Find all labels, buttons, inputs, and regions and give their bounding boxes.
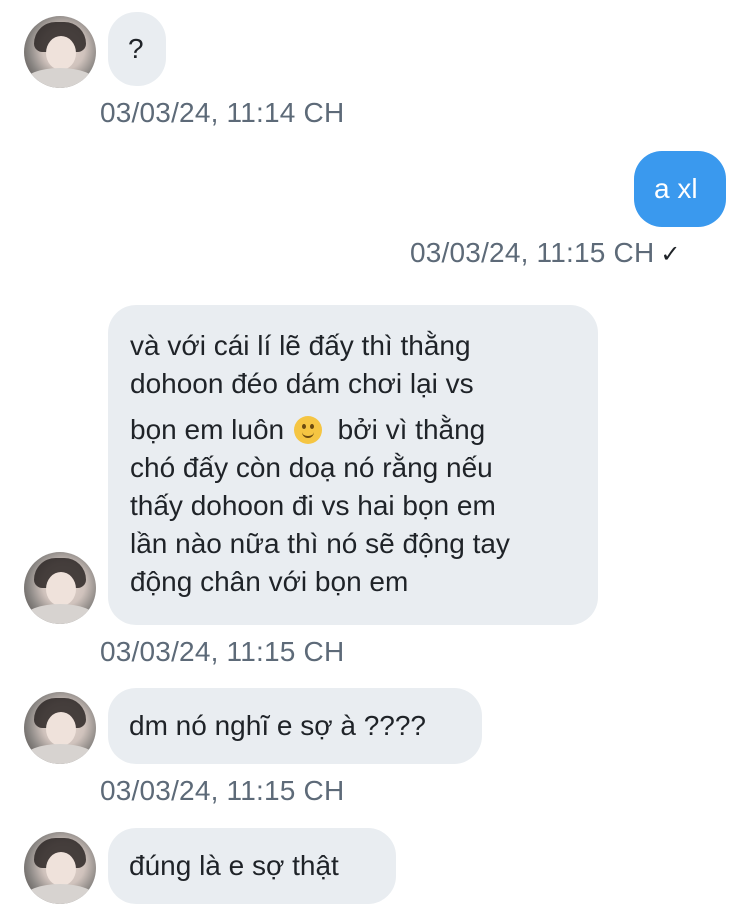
message-bubble-incoming[interactable]: dm nó nghĩ e sợ à ???? xyxy=(108,688,482,764)
message-text: a xl xyxy=(654,173,698,204)
message-line: động chân với bọn em xyxy=(130,566,409,597)
message-bubble-outgoing[interactable]: a xl xyxy=(634,151,726,227)
slightly-smiling-face-icon xyxy=(293,416,322,444)
message-line: bọn em luôn bởi vì thằng xyxy=(130,411,578,449)
contact-avatar[interactable] xyxy=(24,552,96,624)
message-line: lần nào nữa thì nó sẽ động tay xyxy=(130,528,510,559)
message-fragment: bọn em luôn xyxy=(130,414,285,445)
message-text: dm nó nghĩ e sợ à ???? xyxy=(129,710,427,741)
message-bubble-incoming[interactable]: ? xyxy=(108,12,166,86)
message-bubble-incoming[interactable]: và với cái lí lẽ đấy thì thằng dohoon đé… xyxy=(108,305,598,625)
message-timestamp: 03/03/24, 11:15 CH ✓ xyxy=(410,237,681,269)
contact-avatar[interactable] xyxy=(24,16,96,88)
message-fragment: bởi vì thằng xyxy=(337,414,486,445)
message-text: đúng là e sợ thật xyxy=(129,850,339,881)
message-timestamp: 03/03/24, 11:14 CH xyxy=(100,97,345,128)
message-line: dohoon đéo dám chơi lại vs xyxy=(130,368,474,399)
contact-avatar[interactable] xyxy=(24,832,96,904)
message-text: ? xyxy=(128,33,144,64)
timestamp-text: 03/03/24, 11:15 CH xyxy=(410,237,655,268)
message-timestamp: 03/03/24, 11:15 CH xyxy=(100,775,345,806)
message-line: chó đấy còn doạ nó rằng nếu xyxy=(130,452,493,483)
message-line: thấy dohoon đi vs hai bọn em xyxy=(130,490,496,521)
message-bubble-incoming[interactable]: đúng là e sợ thật xyxy=(108,828,396,904)
contact-avatar[interactable] xyxy=(24,692,96,764)
message-line: và với cái lí lẽ đấy thì thằng xyxy=(130,330,471,361)
message-timestamp: 03/03/24, 11:15 CH xyxy=(100,636,345,667)
sent-check-icon: ✓ xyxy=(660,241,681,268)
